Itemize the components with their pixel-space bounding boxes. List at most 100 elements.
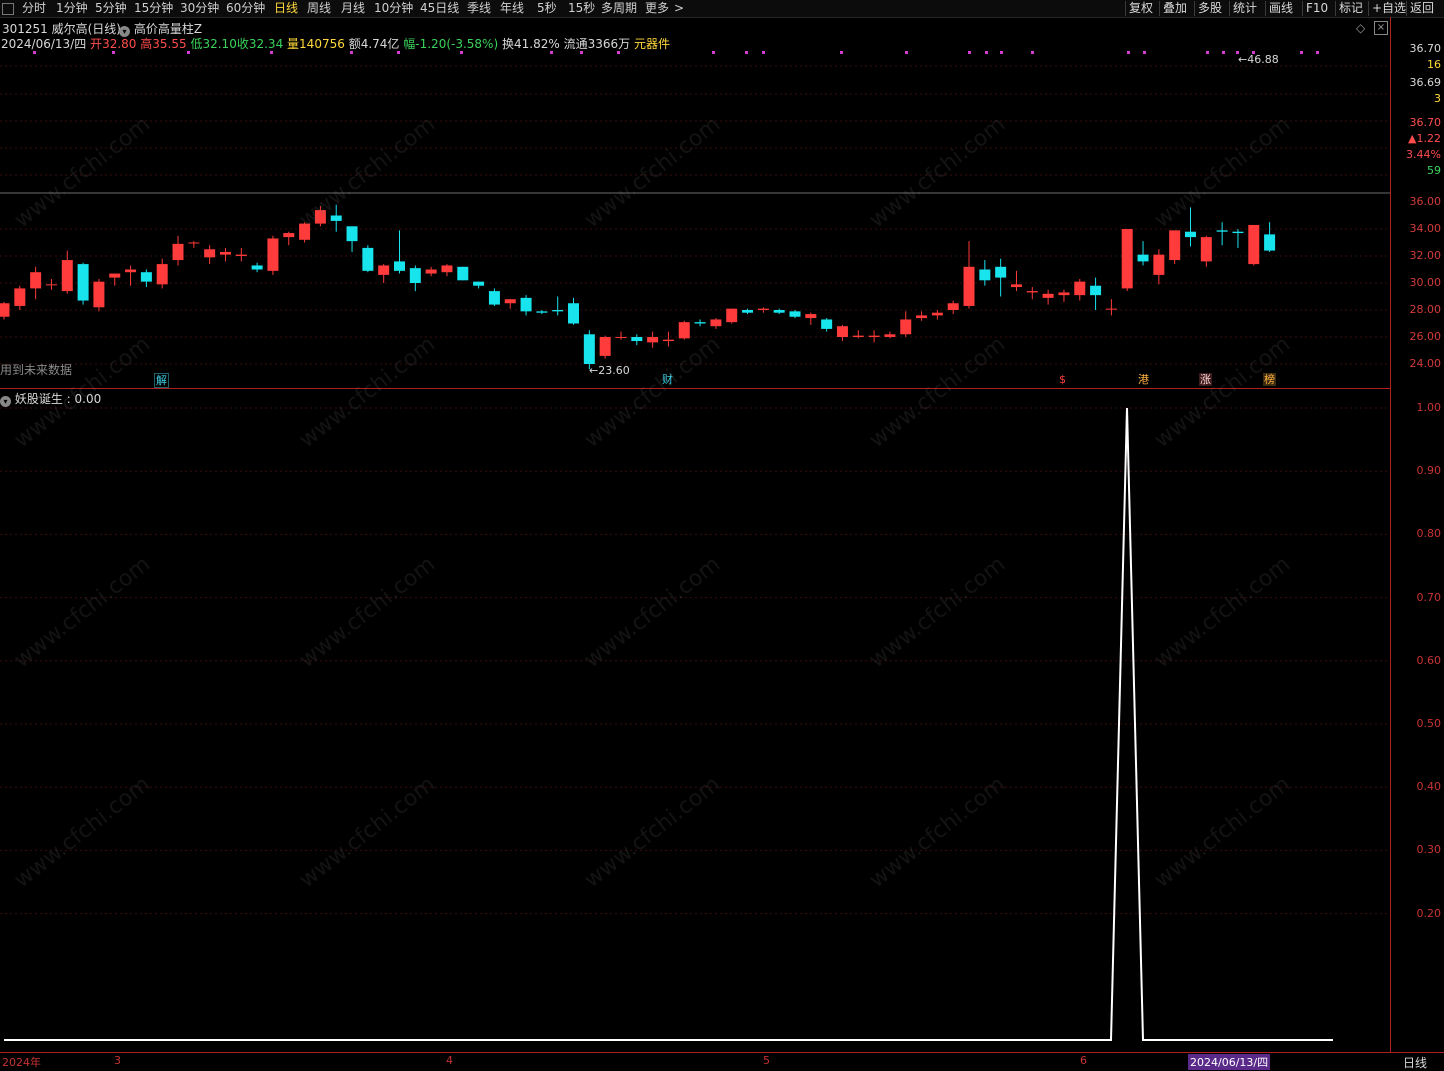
tab-0[interactable]: 分时	[22, 1, 46, 16]
candlestick[interactable]	[1121, 229, 1133, 292]
tab-13[interactable]: 5秒	[537, 1, 557, 16]
candlestick[interactable]	[0, 301, 10, 320]
tab-8[interactable]: 月线	[341, 1, 365, 16]
candlestick[interactable]	[1264, 222, 1276, 252]
indicator-chart[interactable]	[0, 389, 1390, 1052]
candlestick[interactable]	[1232, 229, 1244, 248]
candlestick[interactable]	[1153, 249, 1165, 285]
event-tag-dividend[interactable]: $	[1058, 373, 1067, 386]
candlestick[interactable]	[204, 245, 216, 265]
candlestick[interactable]	[140, 269, 152, 288]
candlestick[interactable]	[821, 318, 833, 332]
diamond-icon[interactable]: ◇	[1356, 21, 1365, 35]
candlestick[interactable]	[1200, 235, 1212, 267]
candlestick[interactable]	[1248, 224, 1260, 266]
candlestick[interactable]	[568, 297, 580, 325]
candlestick[interactable]	[235, 247, 247, 262]
candlestick[interactable]	[1026, 287, 1038, 300]
candlestick[interactable]	[14, 285, 26, 310]
candlestick[interactable]	[488, 288, 500, 306]
candlestick[interactable]	[536, 310, 548, 315]
tab-3[interactable]: 15分钟	[134, 1, 173, 16]
candlestick[interactable]	[1090, 277, 1102, 310]
candlestick[interactable]	[61, 250, 73, 294]
event-tag-hk[interactable]: 港	[1137, 373, 1150, 386]
candlestick[interactable]	[394, 230, 405, 274]
toolbar-button-2[interactable]: 多股	[1198, 0, 1222, 17]
toolbar-collapse-icon[interactable]	[2, 3, 14, 15]
candlestick[interactable]	[757, 307, 769, 313]
toolbar-button-1[interactable]: 叠加	[1163, 0, 1187, 17]
candlestick[interactable]	[979, 260, 991, 286]
toolbar-button-7[interactable]: +自选	[1372, 0, 1406, 17]
event-tag-unlock[interactable]: 解	[154, 373, 169, 388]
tab-4[interactable]: 30分钟	[180, 1, 219, 16]
candlestick[interactable]	[188, 241, 200, 248]
toolbar-button-4[interactable]: 画线	[1269, 0, 1293, 17]
candlestick[interactable]	[425, 266, 437, 277]
tab-6[interactable]: 日线	[274, 1, 298, 16]
tab-10[interactable]: 45日线	[420, 1, 459, 16]
candlestick[interactable]	[1137, 241, 1149, 266]
candlestick[interactable]	[631, 334, 643, 346]
tab-14[interactable]: 15秒	[568, 1, 595, 16]
candlestick[interactable]	[789, 310, 801, 319]
candlestick[interactable]	[109, 273, 121, 286]
candlestick[interactable]	[1042, 289, 1054, 305]
candlestick[interactable]	[1185, 207, 1196, 247]
candlestick[interactable]	[599, 335, 611, 359]
candlestick[interactable]	[378, 264, 390, 283]
candlestick[interactable]	[947, 300, 959, 315]
tab-9[interactable]: 10分钟	[374, 1, 413, 16]
candlestick[interactable]	[995, 258, 1007, 297]
toolbar-button-0[interactable]: 复权	[1129, 0, 1153, 17]
candlestick[interactable]	[30, 266, 42, 300]
candlestick[interactable]	[473, 281, 485, 289]
candlestick[interactable]	[520, 295, 532, 316]
tab-5[interactable]: 60分钟	[226, 1, 265, 16]
tab-12[interactable]: 年线	[500, 1, 524, 16]
candlestick[interactable]	[647, 331, 659, 348]
candlestick[interactable]	[1105, 299, 1117, 316]
candlestick[interactable]	[219, 247, 231, 262]
candlestick[interactable]	[773, 308, 785, 315]
candlestick[interactable]	[678, 320, 690, 340]
candlestick[interactable]	[742, 308, 754, 315]
candlestick[interactable]	[251, 262, 263, 273]
candlestick[interactable]	[346, 226, 358, 252]
tab-7[interactable]: 周线	[307, 1, 331, 16]
candlestick[interactable]	[852, 330, 864, 339]
event-tag-limitup[interactable]: 涨	[1199, 373, 1212, 386]
candlestick[interactable]	[409, 265, 421, 292]
candlestick[interactable]	[900, 311, 912, 337]
candlestick[interactable]	[615, 331, 627, 340]
tab-1[interactable]: 1分钟	[56, 1, 88, 16]
toolbar-button-8[interactable]: 返回	[1410, 0, 1434, 17]
tab-2[interactable]: 5分钟	[95, 1, 127, 16]
candlestick[interactable]	[1169, 230, 1181, 265]
candlestick[interactable]	[836, 324, 848, 342]
candlestick[interactable]	[916, 311, 928, 321]
candlestick[interactable]	[362, 245, 374, 273]
event-tag-rank[interactable]: 榜	[1263, 373, 1276, 386]
tab-11[interactable]: 季线	[467, 1, 491, 16]
candlestick[interactable]	[662, 331, 674, 347]
event-tag-finance[interactable]: 财	[661, 373, 674, 386]
candlestick[interactable]	[314, 206, 326, 227]
toolbar-button-3[interactable]: 统计	[1233, 0, 1257, 17]
candlestick[interactable]	[77, 262, 89, 305]
period-label[interactable]: 日线	[1403, 1054, 1427, 1071]
candlestick[interactable]	[868, 330, 880, 343]
candlestick[interactable]	[172, 235, 184, 266]
candlestick[interactable]	[931, 310, 943, 320]
candlestick[interactable]	[1074, 278, 1086, 301]
candlestick[interactable]	[1216, 222, 1228, 246]
chevron-right-icon[interactable]: >	[674, 1, 684, 16]
candlestick[interactable]	[267, 235, 279, 275]
candlestick[interactable]	[330, 204, 342, 232]
candlestick[interactable]	[963, 241, 975, 309]
candlestick[interactable]	[552, 296, 564, 316]
candlestick[interactable]	[156, 258, 168, 289]
candlestick[interactable]	[1058, 289, 1070, 302]
candlestick[interactable]	[283, 231, 295, 246]
